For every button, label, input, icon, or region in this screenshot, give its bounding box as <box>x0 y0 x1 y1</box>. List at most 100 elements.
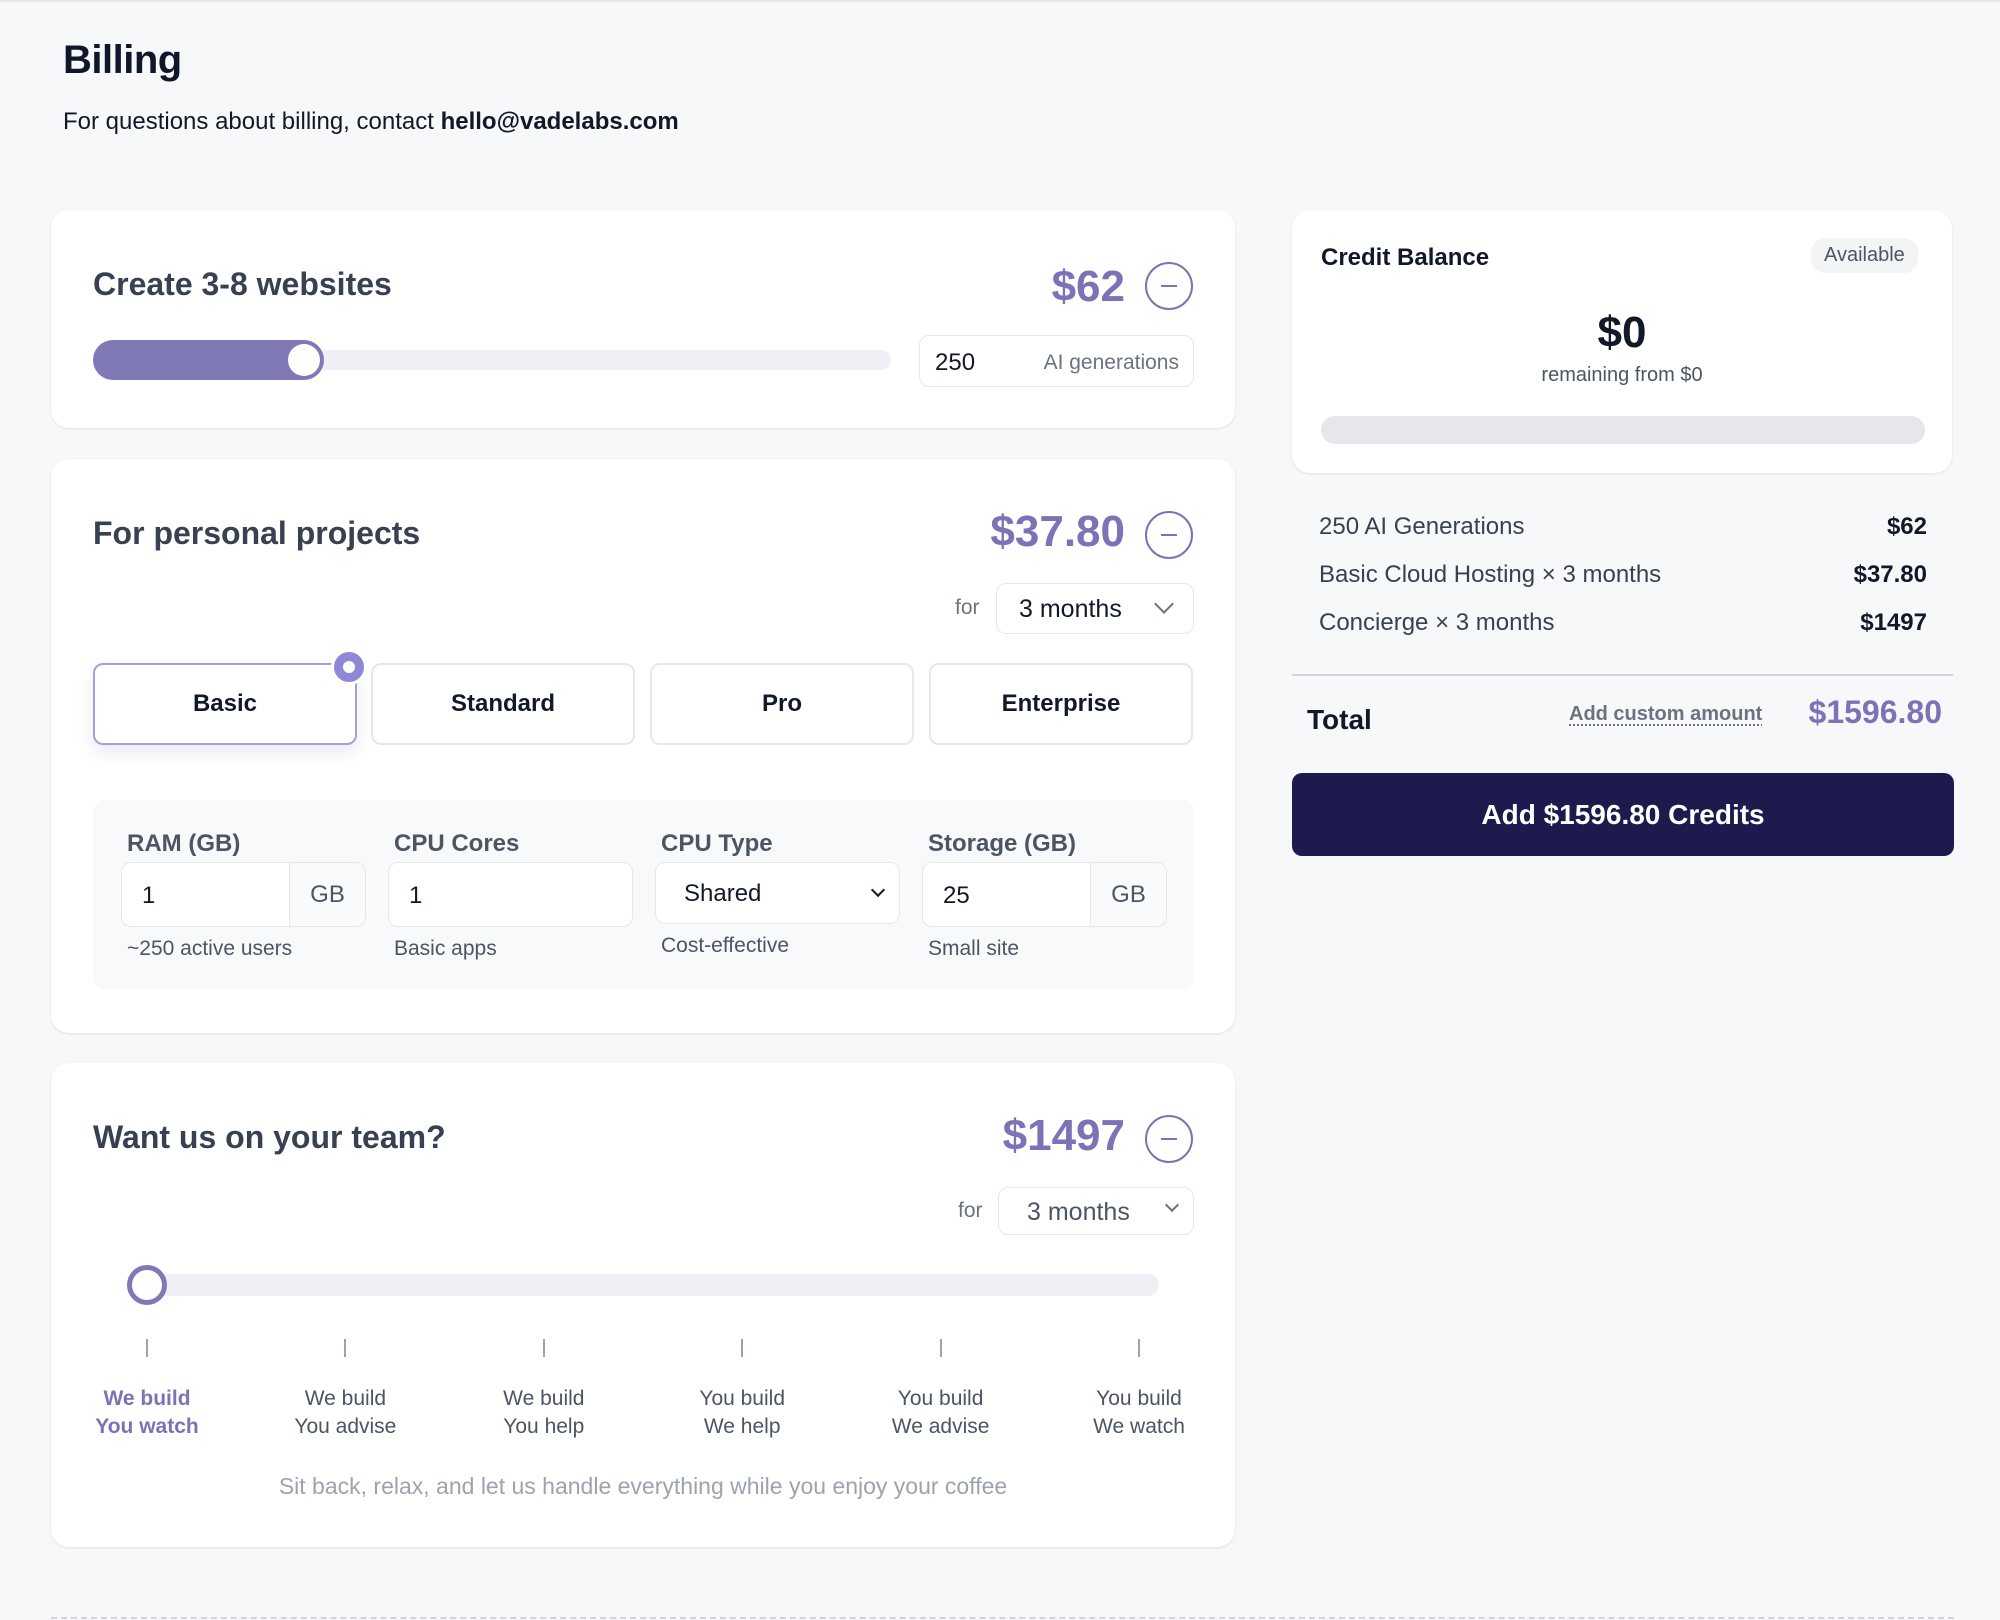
generations-input[interactable]: 250 AI generations <box>919 335 1194 387</box>
tier-enterprise[interactable]: Enterprise <box>929 663 1193 745</box>
step-line-2: We advise <box>891 1415 990 1438</box>
involvement-step-label[interactable]: You build We watch <box>1069 1385 1209 1441</box>
generations-slider-thumb[interactable] <box>288 344 320 376</box>
step-line-2: We watch <box>1093 1415 1185 1438</box>
generations-value: 250 <box>935 349 976 376</box>
step-line-1: You build <box>1096 1387 1182 1410</box>
ram-value: 1 <box>142 882 156 909</box>
hosting-card: For personal projects $37.80 for 3 month… <box>51 459 1235 1033</box>
summary-divider <box>1292 674 1953 676</box>
involvement-step-tick <box>1138 1339 1140 1357</box>
generations-unit: AI generations <box>1043 351 1179 374</box>
concierge-duration-value: 3 months <box>1027 1198 1130 1226</box>
ram-label: RAM (GB) <box>127 830 241 857</box>
concierge-price: $1497 <box>1002 1111 1125 1160</box>
websites-price: $62 <box>1051 262 1125 311</box>
summary-line-label: Basic Cloud Hosting × 3 months <box>1319 561 1662 588</box>
chevron-down-icon <box>1154 594 1174 614</box>
cpu-type-select[interactable]: Shared <box>655 862 900 924</box>
credit-usage-bar <box>1321 416 1925 444</box>
cpu-type-hint: Cost-effective <box>661 934 789 957</box>
involvement-step-label[interactable]: You build We advise <box>871 1385 1011 1441</box>
involvement-step-label[interactable]: We build You help <box>474 1385 614 1441</box>
step-line-1: You build <box>897 1387 984 1410</box>
storage-input[interactable]: 25 GB <box>922 862 1167 927</box>
concierge-title: Want us on your team? <box>93 1119 446 1155</box>
hosting-for-label: for <box>955 596 980 619</box>
tier-pro[interactable]: Pro <box>650 663 914 745</box>
cpu-cores-label: CPU Cores <box>394 830 520 857</box>
summary-line-label: 250 AI Generations <box>1319 513 1525 540</box>
involvement-description: Sit back, relax, and let us handle every… <box>278 1473 1008 1499</box>
cpu-cores-hint: Basic apps <box>394 937 497 960</box>
storage-unit: GB <box>1090 863 1166 926</box>
hosting-specs-panel: RAM (GB) 1 GB ~250 active users CPU Core… <box>93 800 1194 989</box>
billing-contact-text: For questions about billing, contact hel… <box>63 108 679 136</box>
credit-balance-card: Credit Balance Available $0 remaining fr… <box>1292 210 1952 473</box>
cpu-type-label: CPU Type <box>661 830 773 857</box>
generations-slider[interactable] <box>93 340 891 380</box>
involvement-step-tick <box>146 1339 148 1357</box>
cpu-cores-input[interactable]: 1 <box>388 862 633 927</box>
step-line-2: You watch <box>95 1415 199 1438</box>
involvement-step-label[interactable]: You build We help <box>672 1385 812 1441</box>
step-line-1: You build <box>699 1387 785 1410</box>
available-badge: Available <box>1811 238 1918 273</box>
step-line-1: We build <box>304 1387 387 1410</box>
concierge-card: Want us on your team? $1497 for 3 months… <box>51 1063 1235 1547</box>
storage-value: 25 <box>943 882 970 909</box>
cpu-cores-value: 1 <box>409 882 423 909</box>
ram-input[interactable]: 1 GB <box>121 862 366 927</box>
involvement-slider-thumb[interactable] <box>127 1265 167 1305</box>
chevron-down-icon <box>870 882 886 898</box>
contact-prefix: For questions about billing, contact <box>63 108 441 135</box>
contact-email[interactable]: hello@vadelabs.com <box>441 108 679 135</box>
involvement-slider[interactable] <box>147 1274 1159 1296</box>
step-line-2: You advise <box>294 1415 397 1438</box>
hosting-price: $37.80 <box>990 507 1125 556</box>
remove-concierge-button[interactable] <box>1145 1115 1193 1163</box>
involvement-step-tick <box>939 1339 942 1357</box>
total-amount: $1596.80 <box>1808 694 1942 730</box>
add-credits-button[interactable]: Add $1596.80 Credits <box>1292 773 1954 856</box>
top-border <box>0 0 2000 2</box>
remove-websites-button[interactable] <box>1145 262 1193 310</box>
remove-hosting-button[interactable] <box>1145 511 1193 559</box>
step-line-1: We build <box>103 1387 191 1410</box>
chevron-down-icon <box>1164 1197 1180 1213</box>
summary-line-amount: $1497 <box>1860 609 1927 636</box>
ram-unit: GB <box>289 863 365 926</box>
step-line-2: You help <box>503 1415 585 1438</box>
hosting-title: For personal projects <box>93 515 421 551</box>
hosting-duration-value: 3 months <box>1019 595 1122 623</box>
involvement-step-tick <box>344 1339 347 1357</box>
concierge-duration-select[interactable]: 3 months <box>998 1187 1194 1235</box>
tier-basic[interactable]: Basic <box>93 663 357 745</box>
credit-balance-title: Credit Balance <box>1321 244 1490 271</box>
minus-icon <box>1161 1137 1177 1141</box>
involvement-step-tick <box>542 1339 545 1357</box>
selected-tier-indicator-icon <box>331 649 367 685</box>
minus-icon <box>1161 284 1177 288</box>
cpu-type-value: Shared <box>684 880 762 907</box>
bottom-dashed-divider <box>51 1617 1954 1619</box>
involvement-step-label[interactable]: We build You advise <box>275 1385 415 1441</box>
step-line-1: We build <box>503 1387 585 1410</box>
ram-hint: ~250 active users <box>127 937 293 960</box>
involvement-step-tick <box>741 1339 744 1357</box>
page-title: Billing <box>63 38 182 82</box>
concierge-for-label: for <box>958 1199 983 1222</box>
tier-standard[interactable]: Standard <box>371 663 635 745</box>
hosting-duration-select[interactable]: 3 months <box>996 583 1194 634</box>
websites-card: Create 3-8 websites $62 250 AI generatio… <box>51 210 1235 428</box>
summary-line-amount: $37.80 <box>1853 561 1927 588</box>
involvement-step-label[interactable]: We build You watch <box>77 1385 217 1441</box>
credit-remaining-text: remaining from $0 <box>1541 364 1703 386</box>
minus-icon <box>1161 533 1177 537</box>
websites-title: Create 3-8 websites <box>93 266 392 302</box>
storage-hint: Small site <box>928 937 1020 960</box>
total-label: Total <box>1307 704 1372 735</box>
credit-balance-amount: $0 <box>1597 308 1647 357</box>
step-line-2: We help <box>703 1415 781 1438</box>
storage-label: Storage (GB) <box>928 830 1077 857</box>
